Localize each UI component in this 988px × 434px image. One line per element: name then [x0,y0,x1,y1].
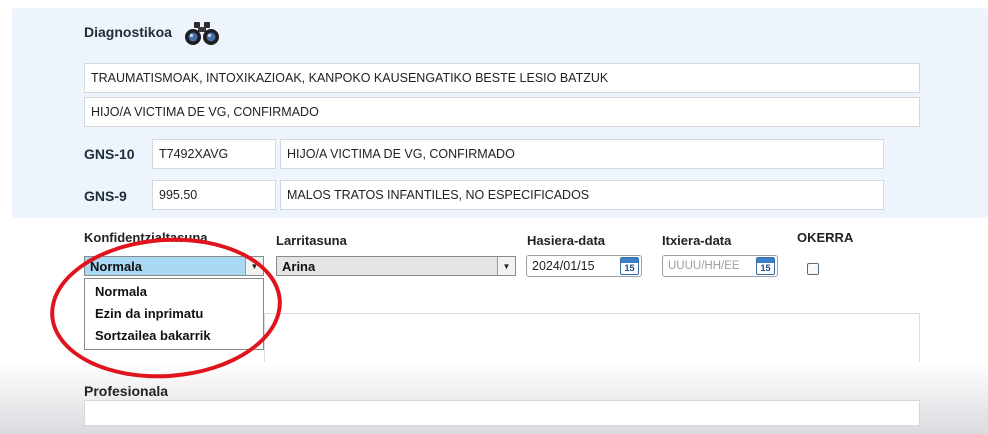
severity-label: Larritasuna [276,233,347,248]
start-date-field[interactable]: 2024/01/15 15 [526,255,642,277]
severity-select[interactable]: Arina ▼ [276,256,516,276]
wrong-label: OKERRA [797,230,854,245]
diagnosis-line-2[interactable]: HIJO/A VICTIMA DE VG, CONFIRMADO [84,97,920,127]
diagnosis-title: Diagnostikoa [84,24,172,40]
end-date-field[interactable]: UUUU/HH/EE 15 [662,255,778,277]
gns9-label: GNS-9 [84,188,127,204]
gns10-label: GNS-10 [84,146,135,162]
start-date-label: Hasiera-data [527,233,606,248]
gns9-code-field[interactable]: 995.50 [152,180,276,210]
gns10-description-field[interactable]: HIJO/A VICTIMA DE VG, CONFIRMADO [280,139,884,169]
gns9-description-field[interactable]: MALOS TRATOS INFANTILES, NO ESPECIFICADO… [280,180,884,210]
calendar-icon[interactable]: 15 [756,257,775,275]
start-date-value: 2024/01/15 [532,259,595,273]
end-date-label: Itxiera-data [662,233,732,248]
diagnosis-line-1[interactable]: TRAUMATISMOAK, INTOXIKAZIOAK, KANPOKO KA… [84,63,920,93]
professional-field[interactable] [84,400,920,426]
calendar-icon[interactable]: 15 [620,257,639,275]
wrong-checkbox[interactable] [807,263,819,275]
end-date-placeholder: UUUU/HH/EE [668,260,740,272]
gns10-code-field[interactable]: T7492XAVG [152,139,276,169]
professional-label: Profesionala [84,383,169,399]
binoculars-icon[interactable] [184,20,220,46]
chevron-down-icon[interactable]: ▼ [497,257,515,275]
severity-selected-value: Arina [282,258,316,274]
